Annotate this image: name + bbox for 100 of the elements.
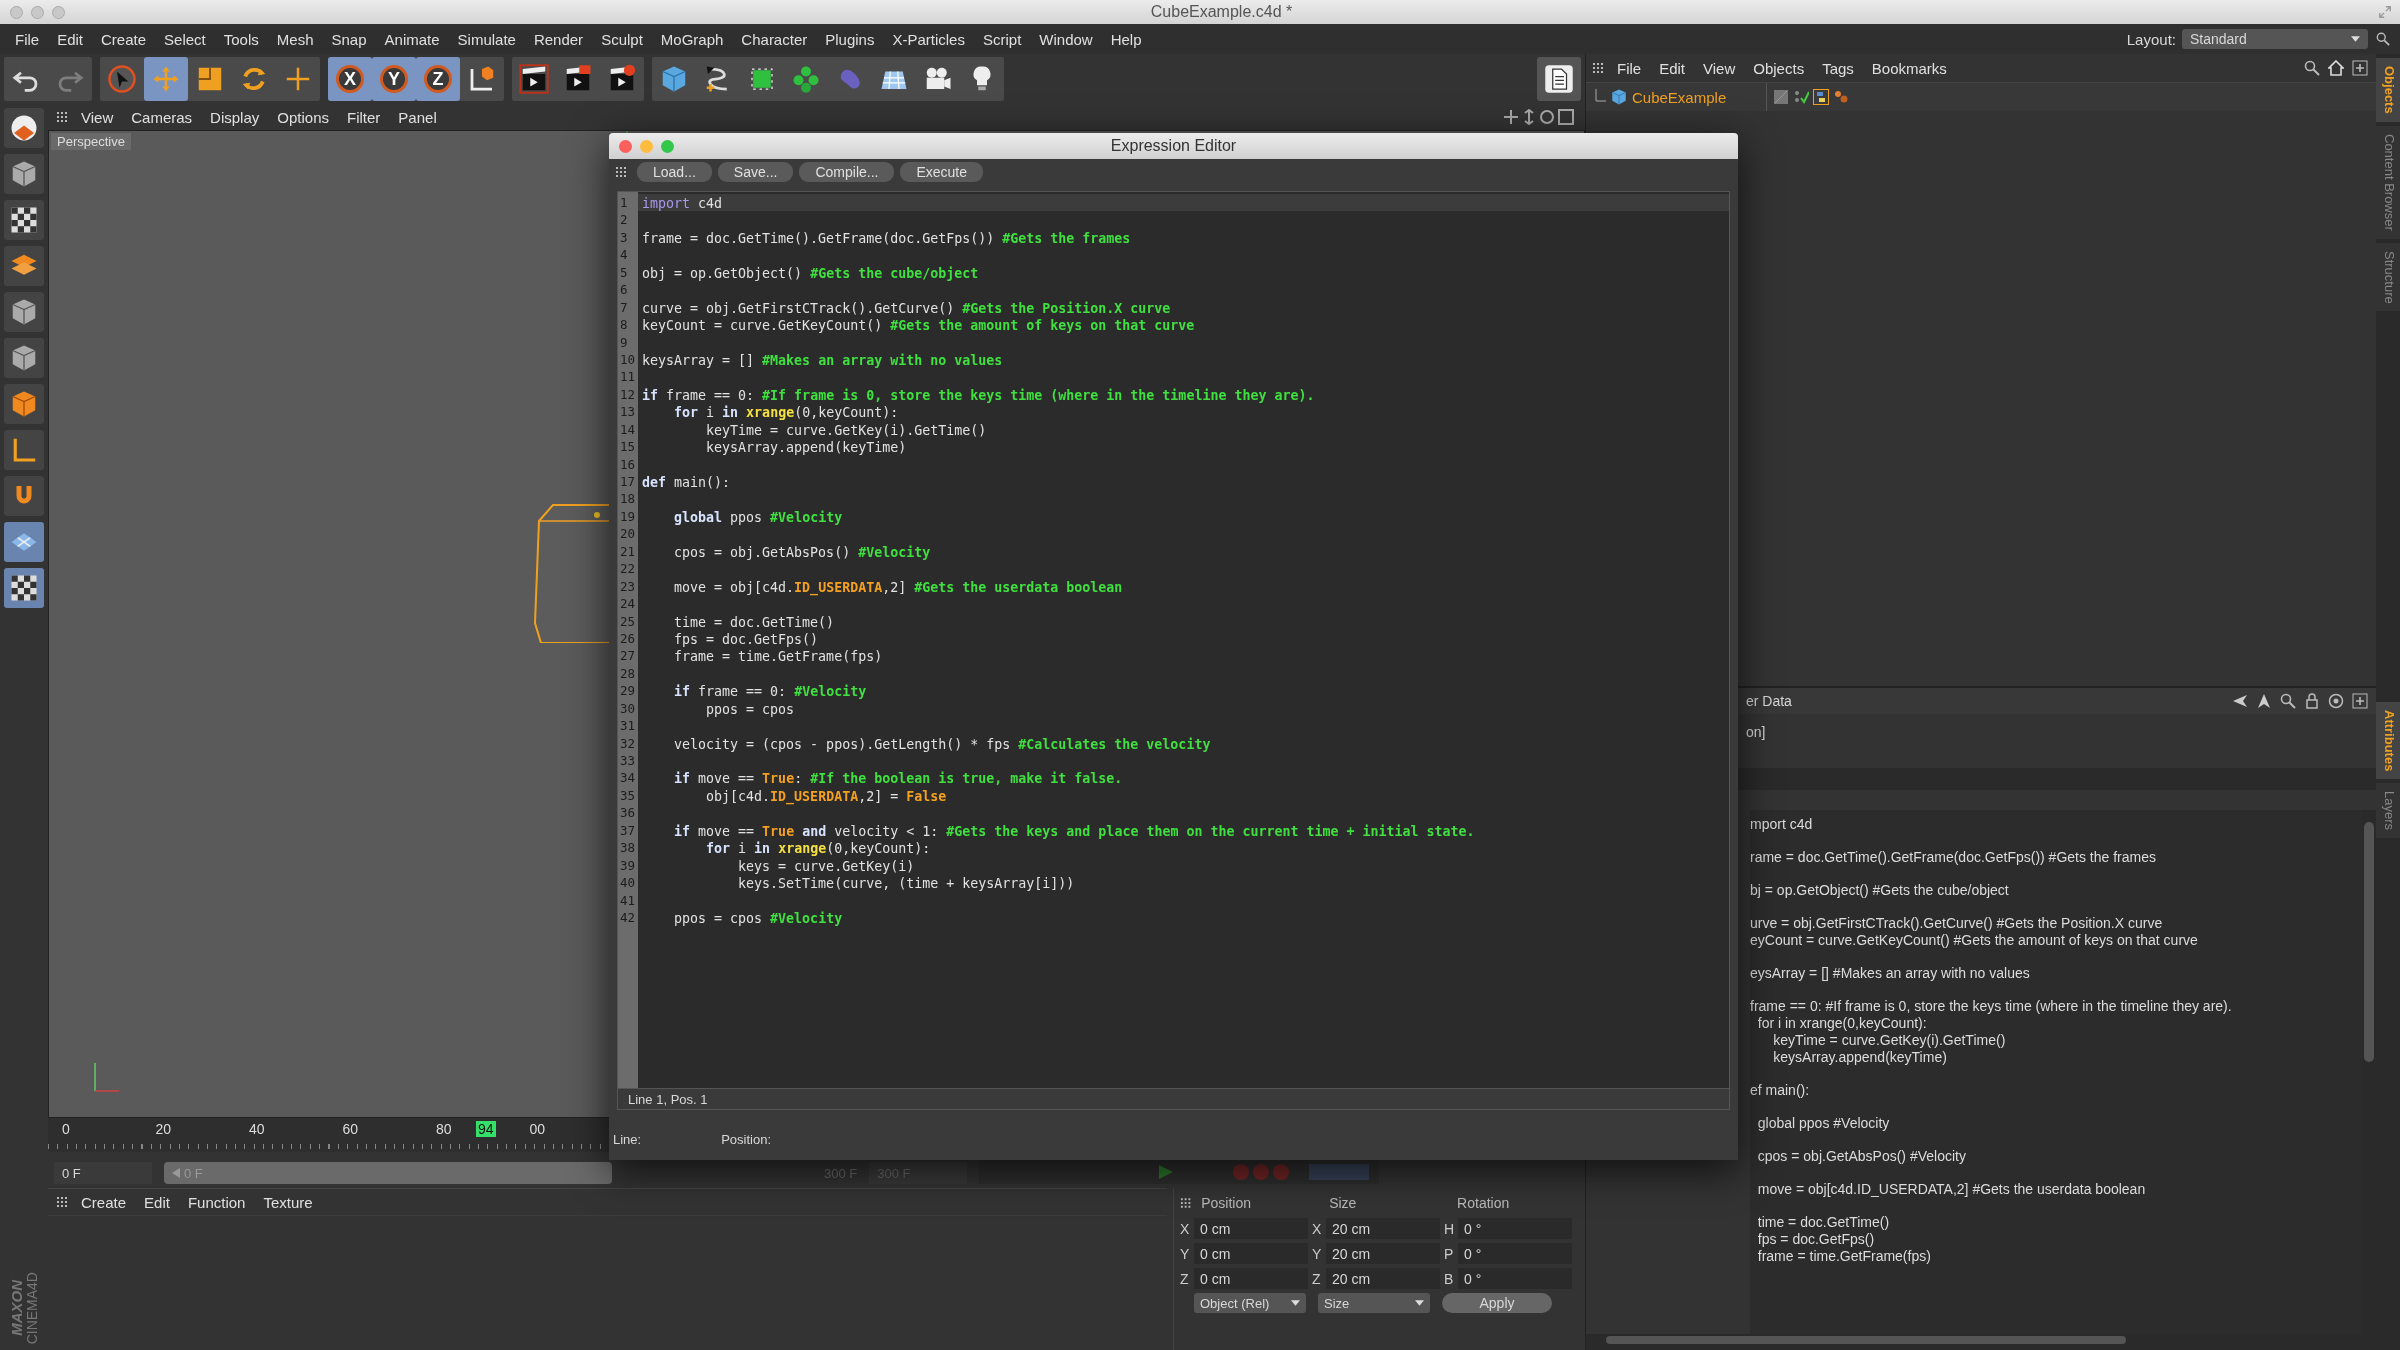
- code-line: ef main():: [1750, 1082, 1811, 1099]
- scrollbar-thumb[interactable]: [1606, 1336, 2126, 1344]
- menu-item[interactable]: Character: [732, 30, 817, 48]
- menu-item[interactable]: Cameras: [122, 108, 202, 126]
- coordinate-mode-dropdown[interactable]: Object (Rel): [1194, 1293, 1306, 1313]
- grip-icon[interactable]: [1592, 62, 1604, 74]
- editor-button[interactable]: Compile...: [799, 162, 895, 182]
- mode-tool-button[interactable]: [4, 568, 44, 608]
- axis-tool-button[interactable]: X: [328, 57, 372, 101]
- size-mode-dropdown[interactable]: Size: [1318, 1293, 1430, 1313]
- size-field[interactable]: 20 cm: [1326, 1268, 1440, 1289]
- mode-tool-button[interactable]: [4, 476, 44, 516]
- menu-item[interactable]: File: [6, 30, 49, 48]
- menu-item[interactable]: Create: [92, 30, 156, 48]
- search-icon[interactable]: [2376, 32, 2390, 46]
- editor-button[interactable]: Load...: [637, 162, 712, 182]
- visibility-dots-icon[interactable]: [1793, 89, 1809, 105]
- search-icon[interactable]: [2280, 693, 2296, 709]
- menu-item[interactable]: Window: [1030, 30, 1102, 48]
- menu-item[interactable]: View: [1694, 59, 1745, 77]
- object-name[interactable]: CubeExample: [1632, 88, 1762, 106]
- size-field[interactable]: 20 cm: [1326, 1218, 1440, 1239]
- target-icon[interactable]: [2328, 693, 2344, 709]
- menu-item[interactable]: Select: [155, 30, 215, 48]
- menu-item[interactable]: Script: [973, 30, 1031, 48]
- view-tool-button[interactable]: [4, 108, 44, 148]
- plus-icon[interactable]: [2352, 60, 2368, 76]
- menu-item[interactable]: Options: [268, 108, 338, 126]
- mode-tool-button[interactable]: [4, 246, 44, 286]
- rotation-field[interactable]: 0 °: [1458, 1243, 1572, 1264]
- rotation-field[interactable]: 0 °: [1458, 1268, 1572, 1289]
- side-tab[interactable]: Content Browser: [2376, 125, 2400, 239]
- menu-item[interactable]: Simulate: [448, 30, 525, 48]
- scrollbar-thumb[interactable]: [2364, 822, 2374, 1062]
- view-controls-icon[interactable]: [1503, 109, 1575, 125]
- menu-item[interactable]: Function: [178, 1193, 255, 1211]
- menu-item[interactable]: Help: [1101, 30, 1151, 48]
- menu-item[interactable]: Edit: [135, 1193, 179, 1211]
- menu-item[interactable]: File: [1608, 59, 1651, 77]
- menu-item[interactable]: Edit: [48, 30, 93, 48]
- code-line: time = doc.GetTime(): [1756, 1214, 1891, 1231]
- cube-drawing[interactable]: [531, 503, 611, 643]
- menu-item[interactable]: Sculpt: [592, 30, 652, 48]
- code-line: ppos = cpos: [705, 701, 795, 717]
- position-field[interactable]: 0 cm: [1194, 1268, 1308, 1289]
- playhead[interactable]: 94: [476, 1121, 496, 1137]
- menu-item[interactable]: Texture: [254, 1193, 322, 1211]
- plus-icon[interactable]: [2352, 693, 2368, 709]
- menu-item[interactable]: Tags: [1813, 59, 1863, 77]
- menu-item[interactable]: Animate: [375, 30, 449, 48]
- script-manager-button[interactable]: [1537, 57, 1581, 101]
- menu-item[interactable]: Snap: [322, 30, 376, 48]
- grip-icon[interactable]: [1180, 1197, 1192, 1209]
- up-icon[interactable]: [2256, 693, 2272, 709]
- side-tab[interactable]: Structure: [2376, 242, 2400, 312]
- mode-tool-button[interactable]: [4, 384, 44, 424]
- menu-item[interactable]: View: [72, 108, 123, 126]
- menu-item[interactable]: Tools: [214, 30, 268, 48]
- menu-item[interactable]: Plugins: [816, 30, 884, 48]
- lock-icon[interactable]: [2304, 693, 2320, 709]
- grip-icon[interactable]: [56, 1196, 68, 1208]
- apply-button[interactable]: Apply: [1442, 1293, 1552, 1313]
- editor-button[interactable]: Save...: [717, 162, 794, 182]
- menu-item[interactable]: Display: [201, 108, 269, 126]
- home-icon[interactable]: [2328, 60, 2344, 76]
- mode-tool-button[interactable]: [4, 154, 44, 194]
- mode-tool-button[interactable]: [4, 292, 44, 332]
- position-field[interactable]: 0 cm: [1194, 1243, 1308, 1264]
- editor-button[interactable]: Execute: [900, 162, 984, 182]
- menu-item[interactable]: MoGraph: [651, 30, 733, 48]
- layout-dropdown[interactable]: Standard: [2182, 29, 2368, 49]
- menu-item[interactable]: X-Particles: [883, 30, 974, 48]
- timeline-ruler[interactable]: 0 20 40 60 80 94 00: [48, 1121, 603, 1149]
- start-frame-field[interactable]: 0 F: [54, 1162, 152, 1184]
- mode-tool-button[interactable]: [4, 430, 44, 470]
- search-icon[interactable]: [2304, 60, 2320, 76]
- menu-item[interactable]: Mesh: [267, 30, 323, 48]
- axis-tool-button[interactable]: Y: [372, 57, 416, 101]
- back-icon[interactable]: [2232, 693, 2248, 709]
- tag-icon[interactable]: [1833, 89, 1849, 105]
- menu-item[interactable]: Render: [524, 30, 593, 48]
- side-tab[interactable]: Objects: [2376, 58, 2400, 122]
- grip-icon[interactable]: [615, 166, 627, 178]
- menu-item[interactable]: Objects: [1744, 59, 1814, 77]
- display-tag-icon[interactable]: [1773, 89, 1789, 105]
- menu-item[interactable]: Bookmarks: [1862, 59, 1956, 77]
- menu-item[interactable]: Create: [72, 1193, 136, 1211]
- position-field[interactable]: 0 cm: [1194, 1218, 1308, 1239]
- side-tab[interactable]: Attributes: [2376, 702, 2400, 780]
- side-tab[interactable]: Layers: [2376, 783, 2400, 839]
- menu-item[interactable]: Panel: [389, 108, 446, 126]
- size-field[interactable]: 20 cm: [1326, 1243, 1440, 1264]
- mode-tool-button[interactable]: [4, 200, 44, 240]
- grip-icon[interactable]: [56, 111, 68, 123]
- axis-tool-button[interactable]: Z: [416, 57, 460, 101]
- menu-item[interactable]: Edit: [1650, 59, 1695, 77]
- rotation-field[interactable]: 0 °: [1458, 1218, 1572, 1239]
- mode-tool-button[interactable]: [4, 338, 44, 378]
- python-tag-icon[interactable]: [1813, 89, 1829, 105]
- menu-item[interactable]: Filter: [338, 108, 390, 126]
